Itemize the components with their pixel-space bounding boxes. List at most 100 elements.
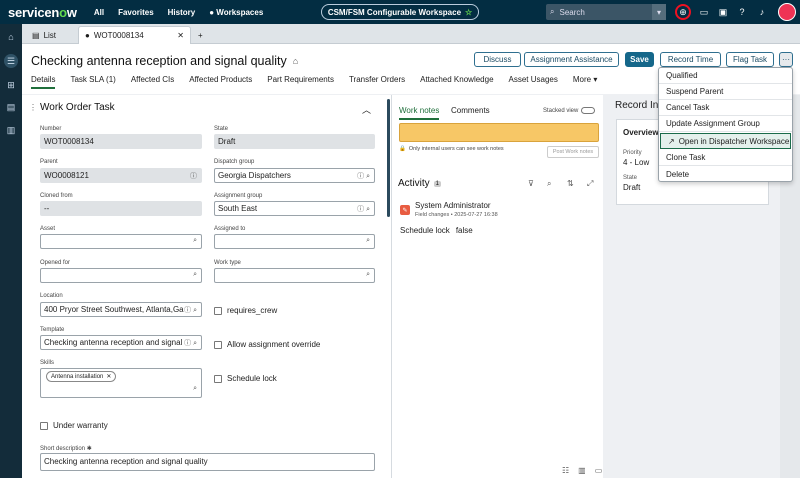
work-type-field[interactable]: ⌕ bbox=[214, 268, 375, 283]
search-icon[interactable]: ⌕ bbox=[193, 385, 197, 393]
tab-comments[interactable]: Comments bbox=[451, 106, 490, 115]
map-icon[interactable]: ▤ bbox=[4, 100, 18, 114]
work-notes-input[interactable] bbox=[399, 123, 599, 142]
menu-item-qualified[interactable]: Qualified bbox=[659, 68, 792, 84]
list-icon[interactable]: ☰ bbox=[4, 54, 18, 68]
menu-item-clone-task[interactable]: Clone Task bbox=[659, 150, 792, 166]
search-icon[interactable]: ⌕ bbox=[193, 237, 197, 245]
menu-item-open-dispatcher[interactable]: ↗ Open in Dispatcher Workspace bbox=[660, 133, 791, 149]
flag-task-button[interactable]: Flag Task bbox=[726, 52, 774, 67]
global-search[interactable]: ⌕ Search ▾ bbox=[546, 4, 666, 20]
search-icon[interactable]: ⌕ bbox=[547, 179, 551, 189]
apps-icon[interactable]: ▣ bbox=[716, 5, 730, 19]
priority-value: 4 - Low bbox=[623, 158, 650, 167]
inbox-icon[interactable]: ⊞ bbox=[4, 78, 18, 92]
checkbox-box[interactable] bbox=[214, 340, 222, 349]
menu-item-cancel-task[interactable]: Cancel Task bbox=[659, 100, 792, 116]
assigned-to-field[interactable]: ⌕ bbox=[214, 234, 375, 249]
star-icon[interactable]: ☆ bbox=[465, 8, 472, 17]
menu-item-update-assignment-group[interactable]: Update Assignment Group bbox=[659, 116, 792, 132]
subtab-transfer-orders[interactable]: Transfer Orders bbox=[349, 75, 405, 89]
record-time-button[interactable]: Record Time bbox=[660, 52, 721, 67]
dispatch-group-field[interactable]: Georgia Dispatchers ⓘ ⌕ bbox=[214, 168, 375, 183]
layout-single-icon[interactable]: ▭ bbox=[595, 466, 603, 475]
stacked-view-toggle[interactable]: Stacked view bbox=[543, 107, 596, 114]
workspace-pill[interactable]: CSM/FSM Configurable Workspace ☆ bbox=[321, 4, 479, 20]
template-field[interactable]: Checking antenna reception and signal ⓘ ⌕ bbox=[40, 335, 202, 350]
checkbox-box[interactable] bbox=[40, 421, 48, 430]
chat-icon[interactable]: ▭ bbox=[697, 5, 711, 19]
filter-icon[interactable]: ⊽ bbox=[528, 179, 534, 188]
nav-workspaces[interactable]: ● Workspaces bbox=[209, 8, 263, 17]
short-description-field[interactable]: Checking antenna reception and signal qu… bbox=[40, 453, 375, 471]
nav-all[interactable]: All bbox=[94, 8, 104, 17]
tag-icon[interactable]: ⌂ bbox=[293, 56, 298, 66]
post-work-notes-button[interactable]: Post Work notes bbox=[547, 146, 599, 158]
lookup-icon[interactable]: ⓘ ⌕ bbox=[184, 338, 197, 348]
tab-record[interactable]: ● WOT0008134 ✕ bbox=[78, 26, 191, 44]
checkbox-box[interactable] bbox=[214, 374, 222, 383]
subtab-details[interactable]: Details bbox=[31, 75, 56, 89]
number-value: WOT0008134 bbox=[44, 137, 94, 146]
menu-item-delete[interactable]: Delete bbox=[659, 166, 792, 182]
search-icon[interactable]: ⌕ bbox=[366, 237, 370, 245]
save-button[interactable]: Save bbox=[625, 52, 654, 67]
location-field[interactable]: 400 Pryor Street Southwest, Atlanta,Ga ⓘ … bbox=[40, 302, 202, 317]
lookup-icon[interactable]: ⓘ ⌕ bbox=[357, 171, 370, 181]
search-icon[interactable]: ⌕ bbox=[193, 271, 197, 279]
subtab-attached-knowledge[interactable]: Attached Knowledge bbox=[420, 75, 493, 89]
search-icon[interactable]: ⌕ bbox=[366, 271, 370, 279]
asset-field[interactable]: ⌕ bbox=[40, 234, 202, 249]
stacked-view-label: Stacked view bbox=[543, 107, 579, 114]
tab-work-notes[interactable]: Work notes bbox=[399, 106, 440, 120]
opened-for-field[interactable]: ⌕ bbox=[40, 268, 202, 283]
expand-icon[interactable]: ⤢ bbox=[587, 179, 593, 189]
allow-override-checkbox[interactable]: Allow assignment override bbox=[214, 340, 320, 349]
subtab-affected-products[interactable]: Affected Products bbox=[189, 75, 252, 89]
lookup-icon[interactable]: ⓘ ⌕ bbox=[357, 204, 370, 214]
subtab-asset-usages[interactable]: Asset Usages bbox=[509, 75, 558, 89]
more-actions-button[interactable]: ··· bbox=[779, 52, 793, 67]
tab-list[interactable]: ▤ List bbox=[26, 26, 78, 44]
assignment-assistance-button[interactable]: Assignment Assistance bbox=[524, 52, 619, 67]
avatar[interactable] bbox=[778, 3, 796, 21]
servicenow-logo[interactable]: servicenow bbox=[8, 5, 77, 20]
info-icon[interactable]: ⓘ bbox=[190, 171, 197, 181]
layout-split-icon[interactable]: ▥ bbox=[578, 466, 586, 475]
schedule-lock-label: Schedule lock bbox=[227, 374, 277, 383]
under-warranty-checkbox[interactable]: Under warranty bbox=[40, 421, 108, 430]
close-icon[interactable]: ✕ bbox=[177, 31, 184, 40]
subtab-task-sla[interactable]: Task SLA (1) bbox=[70, 75, 115, 89]
layout-list-icon[interactable]: ☷ bbox=[562, 466, 569, 475]
requires-crew-checkbox[interactable]: requires_crew bbox=[214, 306, 277, 315]
bell-icon[interactable]: ♪ bbox=[755, 5, 769, 19]
dispatch-icon[interactable]: ▥ bbox=[4, 123, 18, 137]
help-icon[interactable]: ? bbox=[735, 5, 749, 19]
scrollbar-thumb[interactable] bbox=[387, 99, 390, 217]
chevron-down-icon[interactable]: ▾ bbox=[652, 4, 666, 20]
overview-title: Overview bbox=[623, 128, 659, 137]
home-icon[interactable]: ⌂ bbox=[4, 30, 18, 44]
subtab-affected-cis[interactable]: Affected CIs bbox=[131, 75, 174, 89]
checkbox-box[interactable] bbox=[214, 306, 222, 315]
lookup-icon[interactable]: ⓘ ⌕ bbox=[184, 305, 197, 315]
subtab-more[interactable]: More ▾ bbox=[573, 75, 597, 89]
subtab-part-requirements[interactable]: Part Requirements bbox=[267, 75, 334, 89]
collapse-icon[interactable]: ︿ bbox=[362, 103, 371, 116]
nav-history[interactable]: History bbox=[168, 8, 196, 17]
drag-handle-icon[interactable]: ⋮ bbox=[29, 103, 37, 112]
nav-favorites[interactable]: Favorites bbox=[118, 8, 154, 17]
assignment-group-field[interactable]: South East ⓘ ⌕ bbox=[214, 201, 375, 216]
toggle-switch[interactable] bbox=[581, 107, 596, 114]
globe-icon[interactable]: ⊕ bbox=[675, 4, 691, 20]
menu-item-suspend-parent[interactable]: Suspend Parent bbox=[659, 84, 792, 100]
work-type-label: Work type bbox=[214, 260, 241, 266]
more-actions-menu: Qualified Suspend Parent Cancel Task Upd… bbox=[658, 67, 793, 182]
remove-icon[interactable]: ✕ bbox=[106, 373, 111, 380]
skill-chip-label: Antenna installation bbox=[51, 373, 104, 380]
skills-field[interactable]: Antenna installation ✕ ⌕ bbox=[40, 368, 202, 398]
schedule-lock-checkbox[interactable]: Schedule lock bbox=[214, 374, 277, 383]
sort-icon[interactable]: ⇅ bbox=[567, 179, 574, 188]
add-tab-button[interactable]: + bbox=[192, 26, 209, 44]
discuss-button[interactable]: Discuss bbox=[474, 52, 521, 67]
